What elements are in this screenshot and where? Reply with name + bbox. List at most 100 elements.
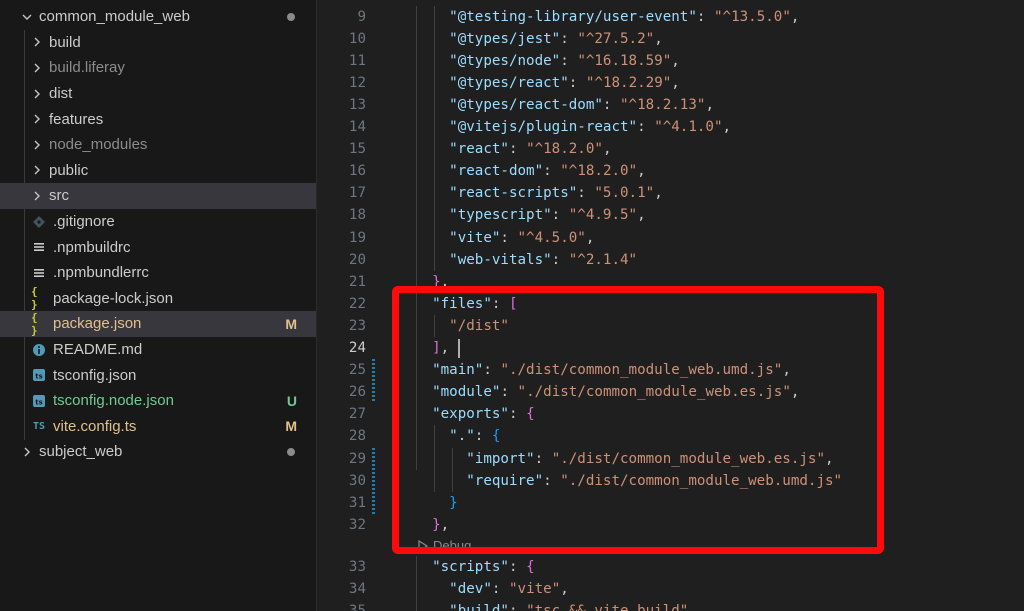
chevron-right-icon <box>30 189 44 203</box>
code-line[interactable]: "module": "./dist/common_module_web.es.j… <box>415 381 799 403</box>
line-number: 25 <box>348 362 366 379</box>
indent-guide <box>416 5 417 470</box>
line-number: 17 <box>348 185 366 202</box>
line-number: 24 <box>348 340 366 356</box>
code-line[interactable]: "require": "./dist/common_module_web.umd… <box>415 470 842 492</box>
line-number: 28 <box>348 428 366 445</box>
svg-text:ts: ts <box>35 398 43 406</box>
tree-item-label: src <box>49 187 69 205</box>
explorer-sidebar: common_module_web build build.liferay dist… <box>0 0 317 611</box>
svg-text:ts: ts <box>35 373 43 381</box>
explorer-folder-dist[interactable]: dist <box>0 81 316 107</box>
tree-item-label: .gitignore <box>53 213 115 231</box>
chevron-right-icon <box>30 61 44 75</box>
text-cursor <box>457 339 460 358</box>
line-number: 31 <box>348 494 366 511</box>
tree-item-label: build <box>49 33 81 51</box>
code-line[interactable]: "files": [ <box>415 293 517 315</box>
code-line[interactable]: ], <box>415 337 449 359</box>
ts-config-icon: ts <box>31 367 47 383</box>
explorer-folder-public[interactable]: public <box>0 158 316 184</box>
tree-item-label: node_modules <box>49 136 148 154</box>
chevron-right-icon <box>30 112 44 126</box>
explorer-folder-src[interactable]: src <box>0 183 316 209</box>
line-number: 14 <box>348 119 366 135</box>
code-line[interactable]: "/dist" <box>415 315 509 337</box>
line-number: 33 <box>348 558 366 575</box>
code-line[interactable]: "@types/react": "^18.2.29", <box>415 72 680 94</box>
code-line[interactable]: "build": "tsc && vite build", <box>415 600 697 611</box>
explorer-folder-features[interactable]: features <box>0 106 316 132</box>
code-line[interactable]: "@types/react-dom": "^18.2.13", <box>415 94 714 116</box>
line-number: 12 <box>348 74 366 91</box>
code-line[interactable]: "react": "^18.2.0", <box>415 138 611 160</box>
explorer-file-tsconfig-node-json[interactable]: ts tsconfig.node.json U <box>0 388 316 414</box>
code-editor[interactable]: 9 "@testing-library/user-event": "^13.5.… <box>317 0 1024 611</box>
explorer-folder-subject-web[interactable]: subject_web <box>0 439 316 465</box>
tree-item-label: dist <box>49 85 73 103</box>
explorer-file-npmbundlerrc[interactable]: .npmbundlerrc <box>0 260 316 286</box>
info-icon <box>31 342 47 358</box>
explorer-sibling-label: subject_web <box>39 443 123 461</box>
code-line[interactable]: "main": "./dist/common_module_web.umd.js… <box>415 359 791 381</box>
code-line[interactable]: ".": { <box>415 425 500 447</box>
line-number: 22 <box>348 295 366 312</box>
explorer-file-vite-config-ts[interactable]: TS vite.config.ts M <box>0 414 316 440</box>
code-line[interactable]: } <box>415 492 458 514</box>
modified-line-marker <box>372 447 375 514</box>
code-line[interactable]: "@types/jest": "^27.5.2", <box>415 28 663 50</box>
tree-item-label: build.liferay <box>49 59 125 77</box>
code-line[interactable]: "web-vitals": "^2.1.4" <box>415 249 637 271</box>
explorer-folder-build[interactable]: build <box>0 30 316 56</box>
line-number: 26 <box>348 384 366 401</box>
debug-codelens[interactable]: Debug <box>417 536 471 556</box>
explorer-root-label: common_module_web <box>39 8 190 26</box>
explorer-folder-node-modules[interactable]: node_modules <box>0 132 316 158</box>
json-icon: { } <box>31 285 38 312</box>
code-line[interactable]: "typescript": "^4.9.5", <box>415 204 645 226</box>
line-number: 11 <box>348 52 366 69</box>
line-number: 13 <box>348 96 366 113</box>
config-icon <box>31 265 47 281</box>
explorer-file-package-json[interactable]: { } package.json M <box>0 311 316 337</box>
code-line[interactable]: "@testing-library/user-event": "^13.5.0"… <box>415 6 799 28</box>
code-line[interactable]: "import": "./dist/common_module_web.es.j… <box>415 448 833 470</box>
tree-item-label: tsconfig.json <box>53 366 137 384</box>
code-line[interactable]: }, <box>415 271 449 293</box>
code-line[interactable]: "@vitejs/plugin-react": "^4.1.0", <box>415 116 731 138</box>
explorer-file-package-lock-json[interactable]: { } package-lock.json <box>0 285 316 312</box>
chevron-right-icon <box>30 87 44 101</box>
code-line[interactable]: }, <box>415 514 449 536</box>
chevron-right-icon <box>30 163 44 177</box>
modified-dot-icon <box>287 12 295 21</box>
line-number: 18 <box>348 207 366 224</box>
code-line[interactable]: "dev": "vite", <box>415 578 569 600</box>
line-number: 29 <box>348 450 366 467</box>
explorer-folder-build-liferay[interactable]: build.liferay <box>0 55 316 81</box>
git-status-badge: M <box>285 418 297 435</box>
line-number: 34 <box>348 581 366 597</box>
code-line[interactable]: "exports": { <box>415 403 535 425</box>
code-line[interactable]: "@types/node": "^16.18.59", <box>415 50 680 72</box>
chevron-down-icon <box>20 10 34 24</box>
explorer-file-readme-md[interactable]: README.md <box>0 337 316 363</box>
line-number: 23 <box>348 317 366 334</box>
code-line[interactable]: "vite": "^4.5.0", <box>415 227 594 249</box>
code-line[interactable]: "scripts": { <box>415 556 535 578</box>
explorer-folder-root[interactable]: common_module_web <box>0 4 316 30</box>
line-number: 30 <box>348 472 366 489</box>
explorer-file-tsconfig-json[interactable]: ts tsconfig.json <box>0 362 316 388</box>
line-number: 27 <box>348 406 366 423</box>
line-number: 15 <box>348 141 366 158</box>
code-line[interactable]: "react-dom": "^18.2.0", <box>415 160 645 182</box>
tree-item-label: public <box>49 161 89 179</box>
code-line[interactable]: "react-scripts": "5.0.1", <box>415 182 663 204</box>
indent-guide <box>452 447 453 492</box>
chevron-right-icon <box>30 138 44 152</box>
tree-item-label: package.json <box>53 315 142 333</box>
line-number: 35 <box>317 600 366 611</box>
explorer-file-gitignore[interactable]: .gitignore <box>0 209 316 235</box>
tree-item-label: vite.config.ts <box>53 417 137 435</box>
tree-item-label: README.md <box>53 341 143 359</box>
explorer-file-npmbuildrc[interactable]: .npmbuildrc <box>0 234 316 260</box>
